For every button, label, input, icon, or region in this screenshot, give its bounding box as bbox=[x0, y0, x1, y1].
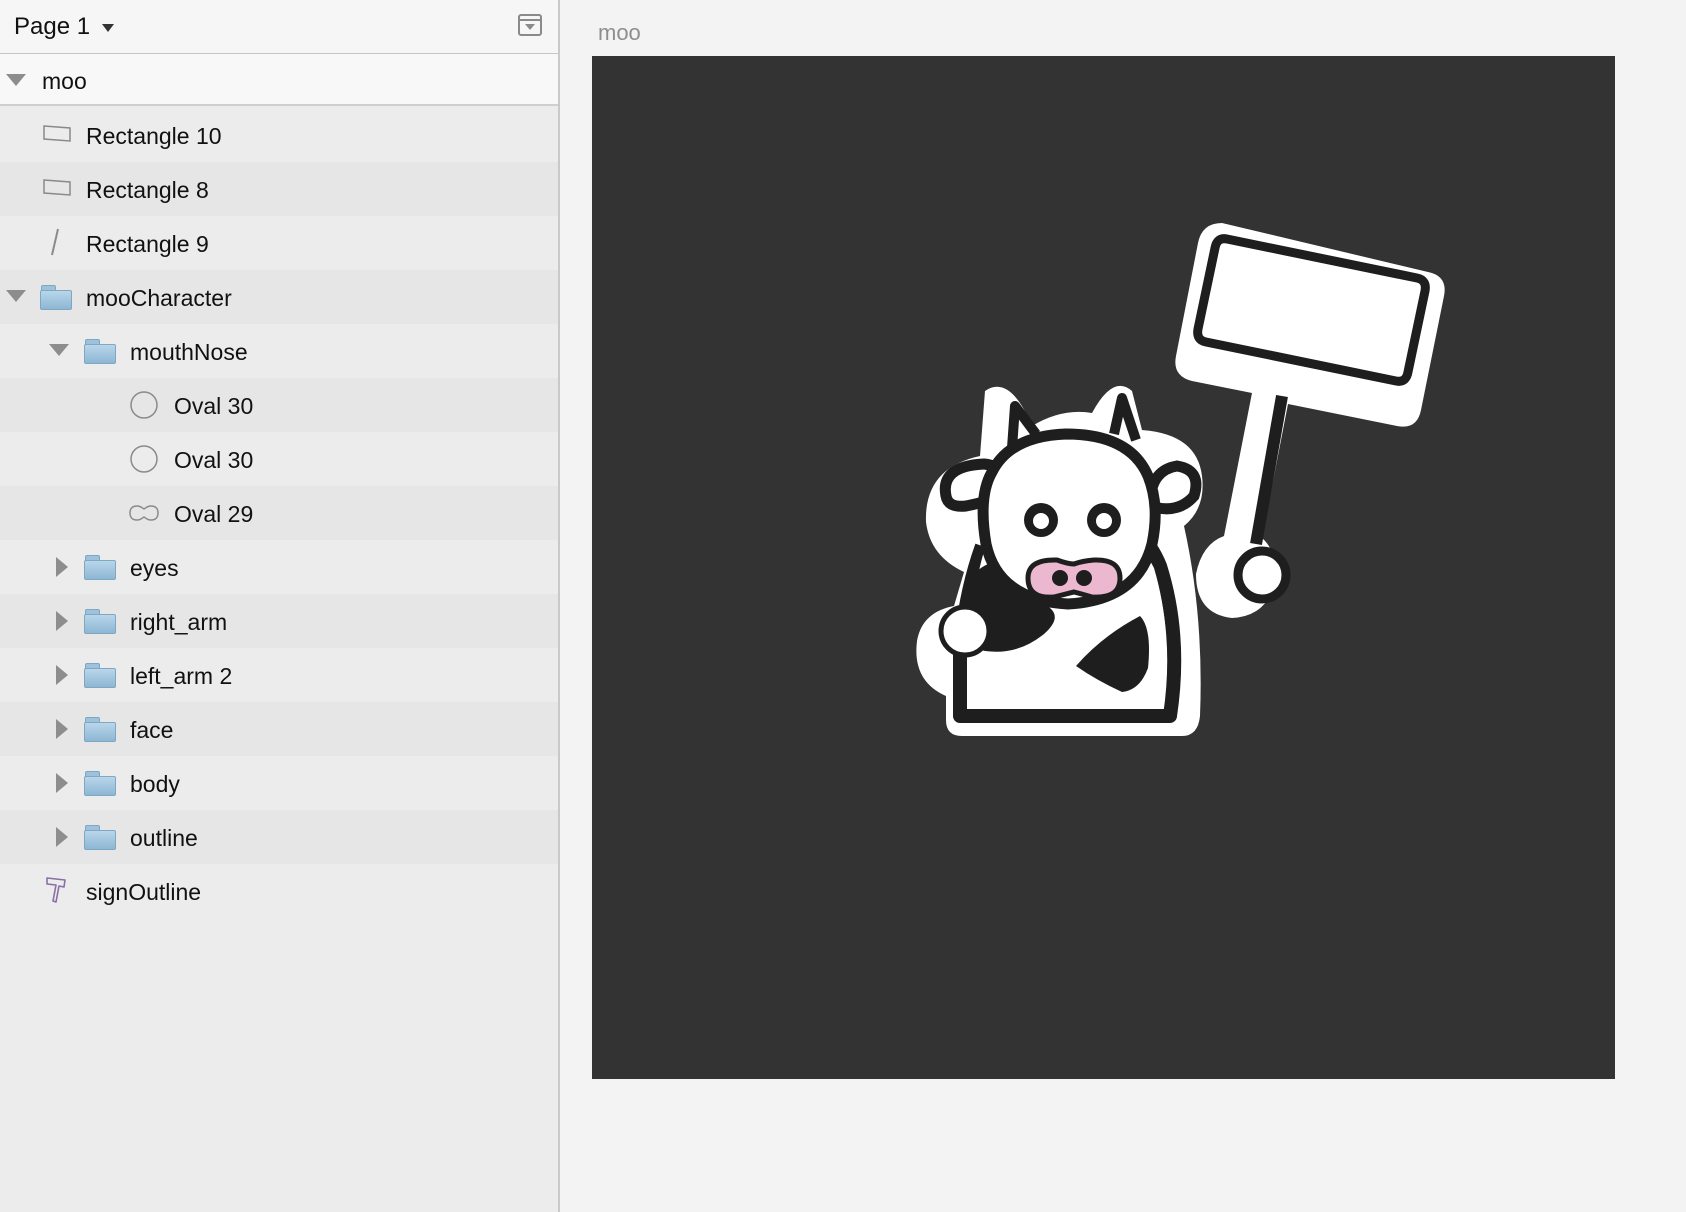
layers-sidebar: Page 1 moo Rectangle 10 Rectangle 8 Rect… bbox=[0, 0, 560, 1212]
disclosure-closed-icon[interactable] bbox=[56, 827, 68, 847]
layer-label: right_arm bbox=[130, 609, 228, 635]
artboard-moo[interactable] bbox=[592, 56, 1615, 1079]
disclosure-closed-icon[interactable] bbox=[56, 665, 68, 685]
disclosure-open-icon[interactable] bbox=[6, 74, 26, 86]
layer-row-face[interactable]: face bbox=[0, 702, 558, 756]
disclosure-closed-icon[interactable] bbox=[56, 719, 68, 739]
rectangle-icon bbox=[43, 179, 71, 196]
layer-row-artboard-moo[interactable]: moo bbox=[0, 54, 558, 106]
layer-row-oval-30-b[interactable]: Oval 30 bbox=[0, 432, 558, 486]
folder-icon bbox=[84, 771, 116, 796]
disclosure-open-icon[interactable] bbox=[49, 344, 69, 356]
disclosure-open-icon[interactable] bbox=[6, 290, 26, 302]
layer-row-rectangle-9[interactable]: Rectangle 9 bbox=[0, 216, 558, 270]
canvas-area[interactable]: moo bbox=[562, 0, 1686, 1212]
layer-label: Oval 29 bbox=[174, 501, 254, 527]
folder-icon bbox=[40, 285, 72, 310]
page-selector[interactable]: Page 1 bbox=[14, 12, 115, 42]
wide-oval-icon bbox=[129, 505, 159, 521]
page-header: Page 1 bbox=[0, 0, 558, 54]
layer-label: Rectangle 9 bbox=[86, 231, 209, 257]
layer-label: body bbox=[130, 771, 180, 797]
layer-label: Rectangle 10 bbox=[86, 123, 222, 149]
layer-label: left_arm 2 bbox=[130, 663, 233, 689]
folder-icon bbox=[84, 555, 116, 580]
layer-row-oval-29[interactable]: Oval 29 bbox=[0, 486, 558, 540]
layer-label: eyes bbox=[130, 555, 179, 581]
caret-down-icon bbox=[102, 24, 115, 32]
layer-label: Oval 30 bbox=[174, 393, 254, 419]
layer-label: outline bbox=[130, 825, 198, 851]
layer-row-outline[interactable]: outline bbox=[0, 810, 558, 864]
layer-row-oval-30-a[interactable]: Oval 30 bbox=[0, 378, 558, 432]
oval-icon bbox=[130, 391, 158, 419]
folder-icon bbox=[84, 339, 116, 364]
layer-row-body[interactable]: body bbox=[0, 756, 558, 810]
moo-character-illustration bbox=[916, 223, 1445, 736]
layer-label: mooCharacter bbox=[86, 285, 232, 311]
artboard-title[interactable]: moo bbox=[598, 20, 641, 46]
layer-row-moocharacter[interactable]: mooCharacter bbox=[0, 270, 558, 324]
disclosure-closed-icon[interactable] bbox=[56, 611, 68, 631]
folder-icon bbox=[84, 717, 116, 742]
folder-icon bbox=[84, 609, 116, 634]
sign-group bbox=[1175, 223, 1445, 618]
oval-icon bbox=[130, 445, 158, 473]
cow-group bbox=[916, 385, 1203, 736]
disclosure-closed-icon[interactable] bbox=[56, 773, 68, 793]
shape-path-icon bbox=[46, 877, 66, 903]
layer-row-left-arm-2[interactable]: left_arm 2 bbox=[0, 648, 558, 702]
layer-row-signoutline[interactable]: signOutline bbox=[0, 864, 558, 918]
layer-row-rectangle-10[interactable]: Rectangle 10 bbox=[0, 108, 558, 162]
layer-row-mouthnose[interactable]: mouthNose bbox=[0, 324, 558, 378]
layer-label: mouthNose bbox=[130, 339, 248, 365]
layer-row-eyes[interactable]: eyes bbox=[0, 540, 558, 594]
rectangle-icon bbox=[43, 125, 71, 142]
layer-row-right-arm[interactable]: right_arm bbox=[0, 594, 558, 648]
layer-row-rectangle-8[interactable]: Rectangle 8 bbox=[0, 162, 558, 216]
collapse-panel-icon[interactable] bbox=[518, 14, 542, 36]
layer-label: Rectangle 8 bbox=[86, 177, 209, 203]
layer-label: signOutline bbox=[86, 879, 202, 905]
line-icon bbox=[51, 228, 59, 256]
page-selector-label: Page 1 bbox=[14, 13, 91, 40]
layer-label: Oval 30 bbox=[174, 447, 254, 473]
layer-label: face bbox=[130, 717, 174, 743]
disclosure-closed-icon[interactable] bbox=[56, 557, 68, 577]
folder-icon bbox=[84, 825, 116, 850]
folder-icon bbox=[84, 663, 116, 688]
layer-label: moo bbox=[42, 68, 87, 94]
